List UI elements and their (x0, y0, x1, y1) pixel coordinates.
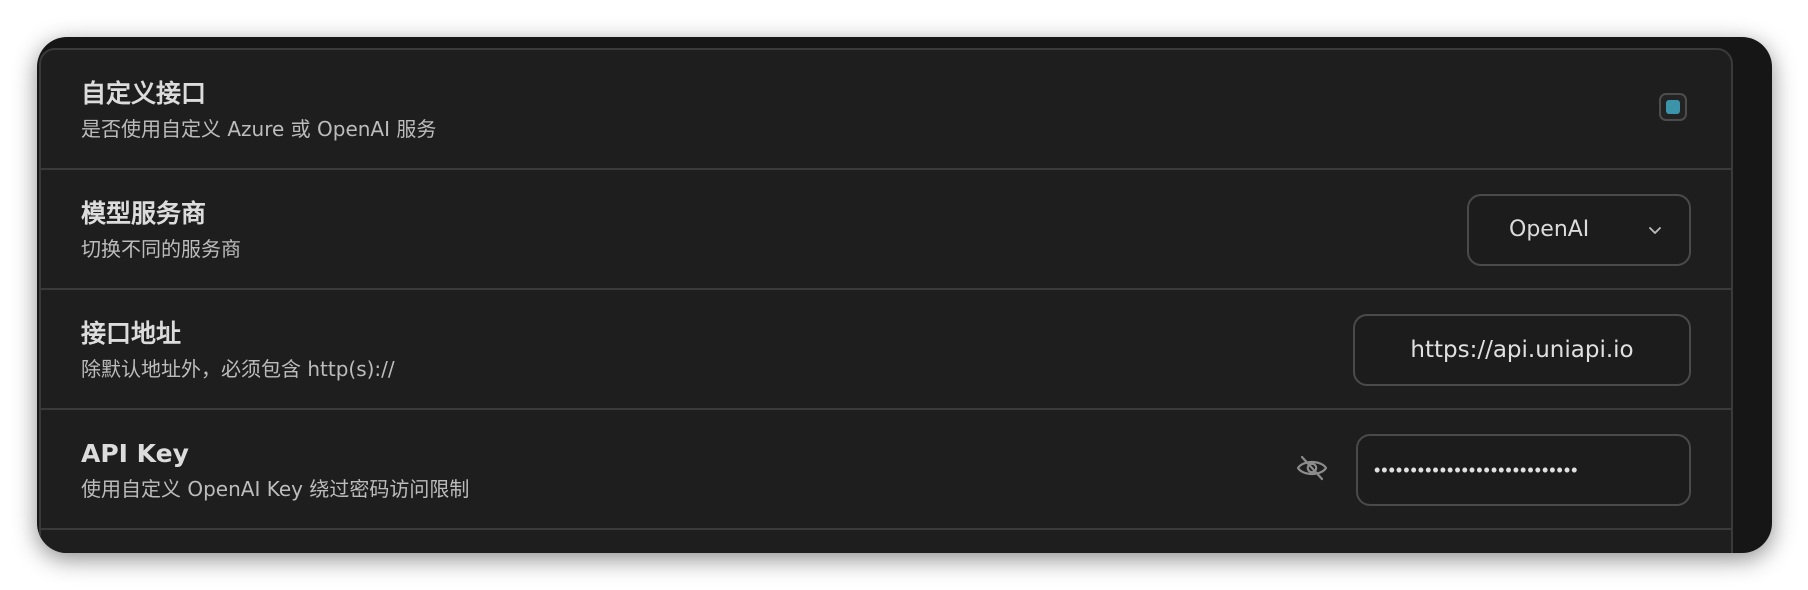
setting-title: 自定义接口 (81, 79, 207, 108)
setting-text: 模型服务商 切换不同的服务商 (81, 198, 241, 264)
setting-description: 切换不同的服务商 (81, 237, 241, 261)
setting-row-endpoint-url: 接口地址 除默认地址外，必须包含 http(s):// (41, 290, 1731, 410)
setting-title: 接口地址 (81, 319, 182, 348)
setting-text: API Key 使用自定义 OpenAI Key 绕过密码访问限制 (81, 438, 469, 504)
setting-description: 使用自定义 OpenAI Key 绕过密码访问限制 (81, 477, 470, 501)
eye-off-icon[interactable] (1295, 454, 1329, 482)
model-provider-select[interactable]: OpenAI (1467, 194, 1691, 266)
setting-description: 是否使用自定义 Azure 或 OpenAI 服务 (81, 117, 437, 141)
select-value: OpenAI (1509, 217, 1590, 242)
setting-row-model-provider: 模型服务商 切换不同的服务商 OpenAI (41, 170, 1731, 290)
api-key-input[interactable] (1356, 434, 1691, 506)
settings-window: 自定义接口 是否使用自定义 Azure 或 OpenAI 服务 模型服务商 切换… (37, 37, 1772, 553)
setting-title: 模型服务商 (81, 199, 207, 228)
chevron-down-icon (1649, 227, 1661, 234)
setting-row-custom-endpoint: 自定义接口 是否使用自定义 Azure 或 OpenAI 服务 (41, 50, 1731, 170)
endpoint-url-input[interactable] (1353, 314, 1691, 386)
setting-text: 自定义接口 是否使用自定义 Azure 或 OpenAI 服务 (81, 78, 436, 144)
checkbox-checked-indicator (1666, 100, 1680, 114)
setting-description: 除默认地址外，必须包含 http(s):// (81, 357, 395, 381)
setting-text: 接口地址 除默认地址外，必须包含 http(s):// (81, 318, 395, 384)
setting-row-api-key: API Key 使用自定义 OpenAI Key 绕过密码访问限制 (41, 410, 1731, 530)
settings-panel: 自定义接口 是否使用自定义 Azure 或 OpenAI 服务 模型服务商 切换… (39, 48, 1733, 553)
custom-endpoint-checkbox[interactable] (1659, 93, 1687, 121)
setting-title: API Key (81, 439, 189, 468)
